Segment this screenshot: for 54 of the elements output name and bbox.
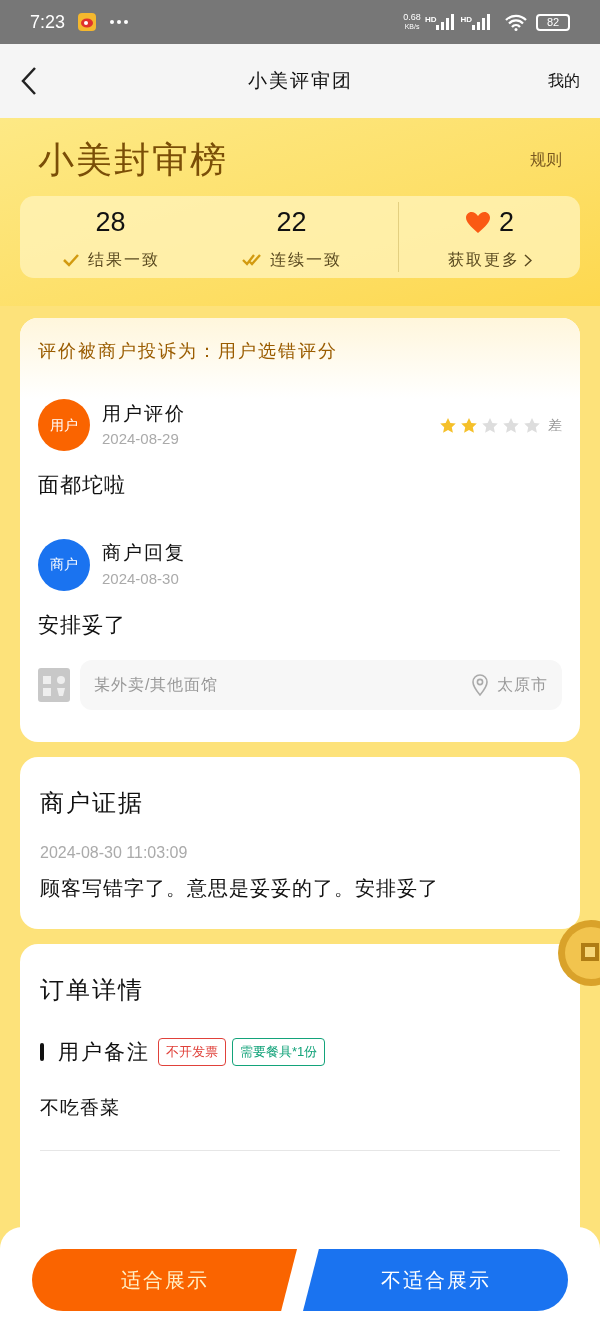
app-notification-icon [77,12,98,32]
get-more-link[interactable]: 获取更多 [447,248,532,273]
avatar-badge: 商户 [38,538,90,591]
location-pin-icon [471,674,489,696]
battery-indicator: 82 [536,13,570,31]
star-icon [439,416,457,434]
entry-title: 商户回复 [102,541,186,565]
my-link[interactable]: 我的 [548,69,580,93]
evidence-text: 顾客写错字了。意思是妥妥的了。安排妥了 [40,876,440,901]
network-type: HD [460,14,472,26]
entry-date: 2024-08-29 [102,429,180,449]
section-title: 订单详情 [40,975,145,1005]
note-tag: 需要餐具*1份 [232,1038,326,1066]
stat-label: 结果一致 [87,250,160,271]
stat-label: 连续一致 [269,250,342,271]
note-tag: 不开发票 [158,1038,226,1066]
status-time: 7:23 [30,10,66,34]
wifi-icon [504,13,528,31]
complaint-reason: 评价被商户投诉为：用户选错评分 [38,340,339,363]
star-icon [481,416,499,434]
signal-icon [472,14,492,30]
evidence-time: 2024-08-30 11:03:09 [40,843,189,863]
avatar-badge: 用户 [38,399,90,451]
section-title: 商户证据 [40,788,145,818]
star-icon [460,416,478,434]
chevron-right-icon [523,253,532,267]
stat-value: 2 [499,205,514,239]
entry-text: 安排妥了 [38,611,127,638]
note-text: 不吃香菜 [40,1095,121,1120]
star-icon [502,416,520,434]
entry-date: 2024-08-30 [102,568,180,589]
entry-title: 用户评价 [102,401,186,426]
shop-location: 太原市 [497,675,548,695]
rating-label: 差 [548,415,562,435]
subsection-title: 用户备注 [58,1039,150,1065]
rules-link[interactable]: 规则 [530,148,562,172]
back-icon [20,66,38,96]
leaderboard-title: 小美封审榜 [38,138,228,182]
shop-thumbnail-icon [38,668,70,702]
signal-icon [436,14,457,30]
stat-value: 22 [276,205,307,239]
more-icon [109,19,130,25]
network-speed: 0.68 [403,13,421,22]
network-type: HD [424,14,437,26]
heart-icon [465,210,491,234]
shop-name: 某外卖/其他面馆 [94,675,220,695]
entry-text: 面都坨啦 [38,472,127,498]
stat-value: 28 [95,205,126,239]
action-button[interactable]: 适合展示 [32,1249,297,1311]
star-icon [523,416,541,434]
page-title: 小美评审团 [247,68,353,93]
double-check-icon [241,253,262,268]
action-button[interactable]: 不适合展示 [303,1249,568,1311]
check-icon [61,253,80,268]
